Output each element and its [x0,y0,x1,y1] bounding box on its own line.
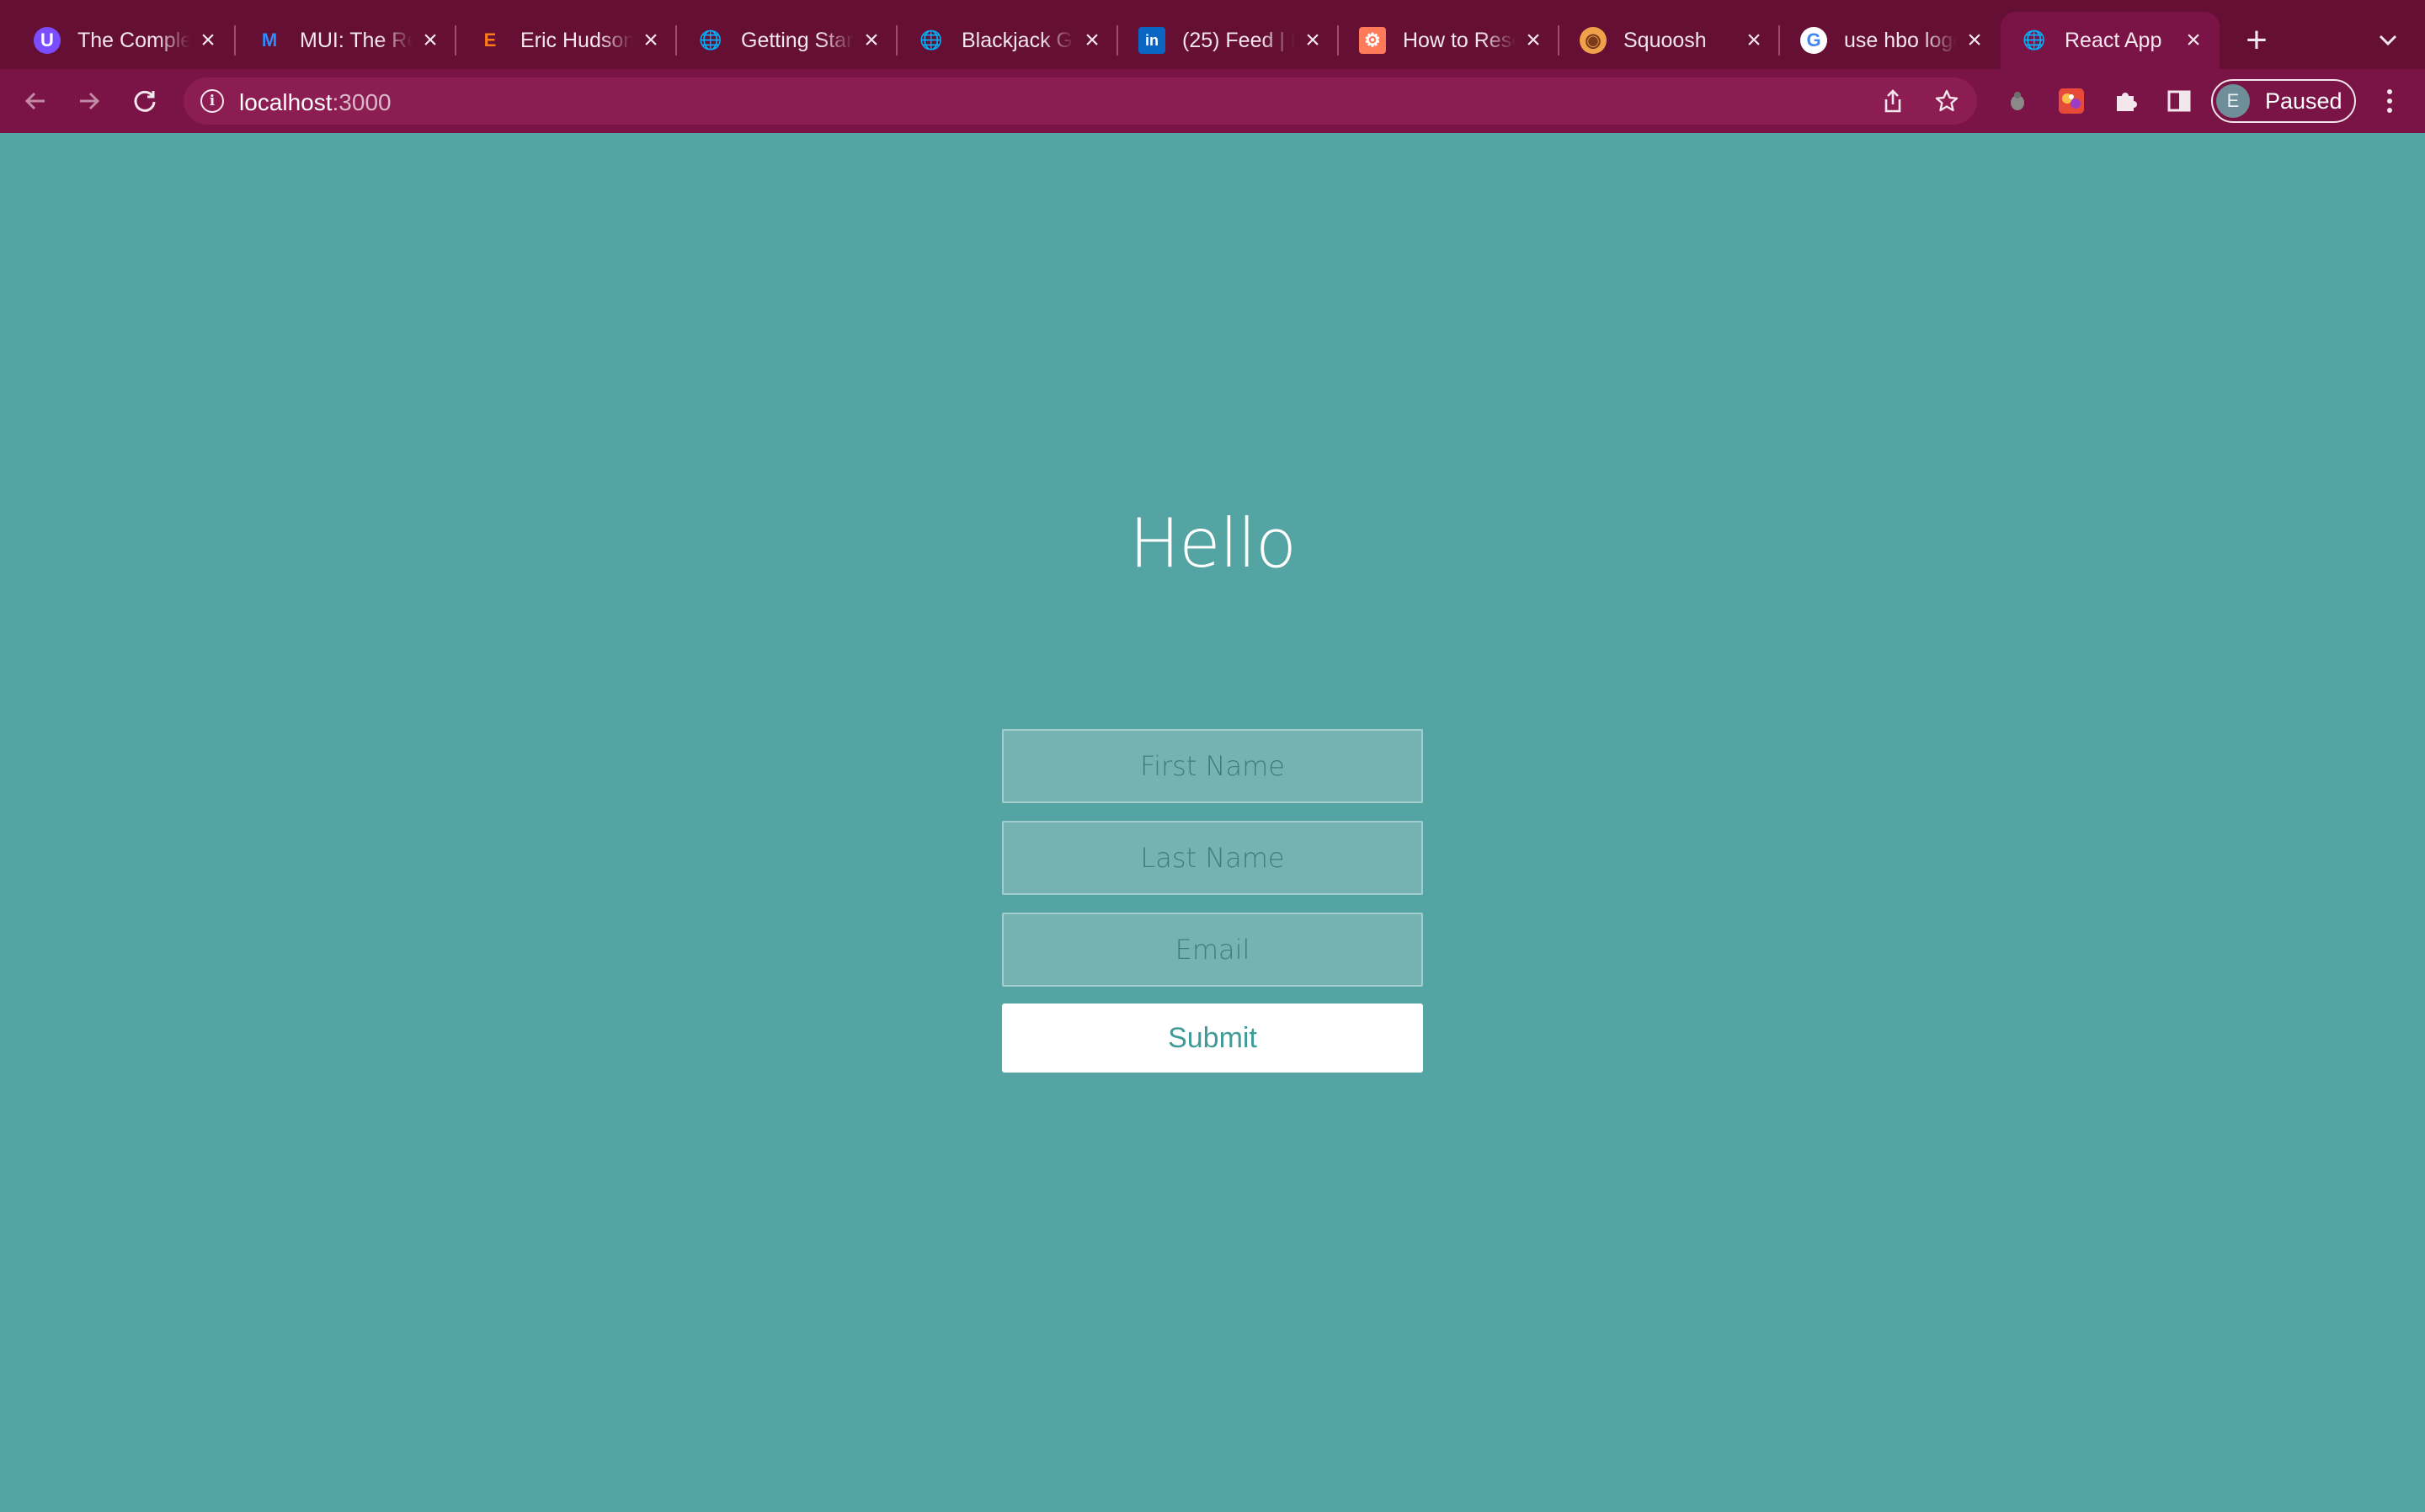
browser-toolbar: i localhost:3000 E Paused [0,69,2425,133]
hubspot-icon: ⚙ [1359,27,1386,54]
close-icon[interactable]: × [857,26,886,55]
tab-title: The Complete [77,28,190,52]
linkedin-icon: in [1138,27,1165,54]
site-info-icon[interactable]: i [200,89,224,113]
tab-title: React App [2065,28,2162,52]
side-panel-icon[interactable] [2162,84,2196,118]
tab-mui[interactable]: M MUI: The React × [236,12,456,69]
google-icon: G [1800,27,1827,54]
profile-status: Paused [2265,88,2342,114]
extension-colorful-icon[interactable] [2055,84,2088,118]
close-icon[interactable]: × [1960,26,1989,55]
close-icon[interactable]: × [2179,26,2208,55]
globe-icon: 🌐 [2023,29,2046,51]
url-port: :3000 [332,89,392,115]
e-logo-icon: E [483,29,497,51]
menu-dot [2387,89,2392,94]
new-tab-button[interactable]: + [2238,22,2275,59]
address-bar[interactable]: i localhost:3000 [184,77,1977,125]
menu-dot [2387,108,2392,113]
url-host: localhost [239,89,333,115]
avatar: E [2216,84,2250,118]
first-name-field[interactable] [1002,729,1423,803]
tab-the-complete[interactable]: U The Complete × [13,12,234,69]
close-icon[interactable]: × [1519,26,1548,55]
extension-gray-icon[interactable] [2001,84,2034,118]
tab-title: MUI: The React [300,28,413,52]
tab-title: Getting Started [741,28,854,52]
profile-button[interactable]: E Paused [2211,79,2356,123]
bookmark-star-icon[interactable] [1930,84,1964,118]
close-icon[interactable]: × [1078,26,1106,55]
close-icon[interactable]: × [416,26,445,55]
share-icon[interactable] [1876,84,1910,118]
close-icon[interactable]: × [637,26,665,55]
tab-blackjack[interactable]: 🌐 Blackjack Game × [898,12,1118,69]
extensions-puzzle-icon[interactable] [2108,84,2142,118]
globe-icon: 🌐 [919,29,943,51]
tab-title: use hbo logo [1844,28,1957,52]
close-icon[interactable]: × [1740,26,1768,55]
reload-button[interactable] [126,83,163,120]
email-field[interactable] [1002,913,1423,987]
tab-getting-started[interactable]: 🌐 Getting Started × [677,12,898,69]
submit-button[interactable]: Submit [1002,1004,1423,1073]
tab-title: Eric Hudson [520,28,633,52]
tab-how-to-reset[interactable]: ⚙ How to Reset × [1339,12,1559,69]
page-title: Hello [1129,504,1297,583]
address-url[interactable]: localhost:3000 [239,89,392,116]
browser-menu-button[interactable] [2374,83,2405,120]
tab-title: Squoosh [1623,28,1707,52]
close-icon[interactable]: × [194,26,222,55]
back-button[interactable] [17,83,54,120]
arrow-left-icon [24,92,45,110]
tab-title: How to Reset [1403,28,1516,52]
tab-search-button[interactable] [2373,22,2403,59]
menu-dot [2387,98,2392,104]
close-icon[interactable]: × [1298,26,1327,55]
tab-linkedin[interactable]: in (25) Feed | LinkedIn × [1118,12,1339,69]
chevron-down-icon [2379,35,2397,46]
page-content: Hello Submit [0,133,2425,1512]
tab-eric-hudson[interactable]: E Eric Hudson × [456,12,677,69]
globe-icon: 🌐 [699,29,722,51]
tab-react-app[interactable]: 🌐 React App × [2001,12,2220,69]
squoosh-icon: ◉ [1580,27,1607,54]
arrow-right-icon [80,92,100,110]
u-icon: U [34,27,61,54]
tab-squoosh[interactable]: ◉ Squoosh × [1559,12,1780,69]
tab-google-search[interactable]: G use hbo logo × [1780,12,2001,69]
tab-title: Blackjack Game [962,28,1074,52]
mui-icon: M [261,29,278,51]
reload-icon [134,90,156,112]
tab-title: (25) Feed | LinkedIn [1182,28,1295,52]
tab-strip: U The Complete × M MUI: The React × E Er… [0,0,2425,69]
forward-button[interactable] [71,83,108,120]
last-name-field[interactable] [1002,821,1423,895]
